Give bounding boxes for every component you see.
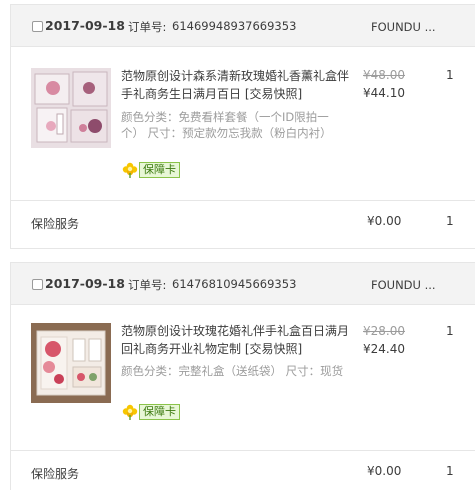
original-price: ¥48.00 [363,68,405,82]
service-quantity: 1 [446,214,454,228]
order-number: 61476810945669353 [172,277,297,291]
shop-name-link[interactable]: FOUNDU ... [371,20,436,34]
order-card: 2017-09-18 订单号: 61469948937669353 FOUNDU… [10,4,475,249]
shop-name-link[interactable]: FOUNDU ... [371,278,436,292]
service-label: 保险服务 [31,217,80,231]
order-select-checkbox[interactable] [32,279,43,290]
guarantee-badge-label: 保障卡 [139,403,180,420]
paid-price: ¥24.40 [363,342,405,356]
order-number-label: 订单号: [128,278,167,292]
guarantee-badge[interactable]: 保障卡 [122,403,180,420]
product-sku: 颜色分类：免费看样套餐（一个ID限拍一个） 尺寸：预定款勿忘我款（粉白内衬） [121,110,332,140]
order-card: 2017-09-18 订单号: 61476810945669353 FOUNDU… [10,262,475,490]
order-date: 2017-09-18 [45,276,125,291]
item-quantity: 1 [446,68,454,82]
service-price: ¥0.00 [367,464,402,478]
flower-icon [122,162,138,178]
product-thumbnail[interactable] [31,68,111,148]
order-header: 2017-09-18 订单号: 61476810945669353 FOUNDU… [11,263,475,305]
product-sku: 颜色分类：完整礼盒（送纸袋） 尺寸：现货 [121,364,344,378]
order-number: 61469948937669353 [172,19,297,33]
order-number-label: 订单号: [128,20,167,34]
guarantee-badge[interactable]: 保障卡 [122,161,180,178]
order-date: 2017-09-18 [45,18,125,33]
paid-price: ¥44.10 [363,86,405,100]
product-title-link[interactable]: 范物原创设计玫瑰花婚礼伴手礼盒百日满月回礼商务开业礼物定制 [交易快照] [121,322,353,358]
flower-icon [122,404,138,420]
order-select-checkbox[interactable] [32,21,43,32]
item-quantity: 1 [446,324,454,338]
service-label: 保险服务 [31,467,80,481]
service-price: ¥0.00 [367,214,402,228]
product-title-link[interactable]: 范物原创设计森系清新玫瑰婚礼香薰礼盒伴手礼商务生日满月百日 [交易快照] [121,67,353,103]
insurance-service-row: 保险服务 ¥0.00 1 [11,451,475,490]
order-header: 2017-09-18 订单号: 61469948937669353 FOUNDU… [11,5,475,47]
product-thumbnail[interactable] [31,323,111,403]
insurance-service-row: 保险服务 ¥0.00 1 [11,201,475,245]
guarantee-badge-label: 保障卡 [139,161,180,178]
order-item: 范物原创设计森系清新玫瑰婚礼香薰礼盒伴手礼商务生日满月百日 [交易快照] 颜色分… [11,47,475,201]
order-item: 范物原创设计玫瑰花婚礼伴手礼盒百日满月回礼商务开业礼物定制 [交易快照] 颜色分… [11,305,475,451]
service-quantity: 1 [446,464,454,478]
original-price: ¥28.00 [363,324,405,338]
